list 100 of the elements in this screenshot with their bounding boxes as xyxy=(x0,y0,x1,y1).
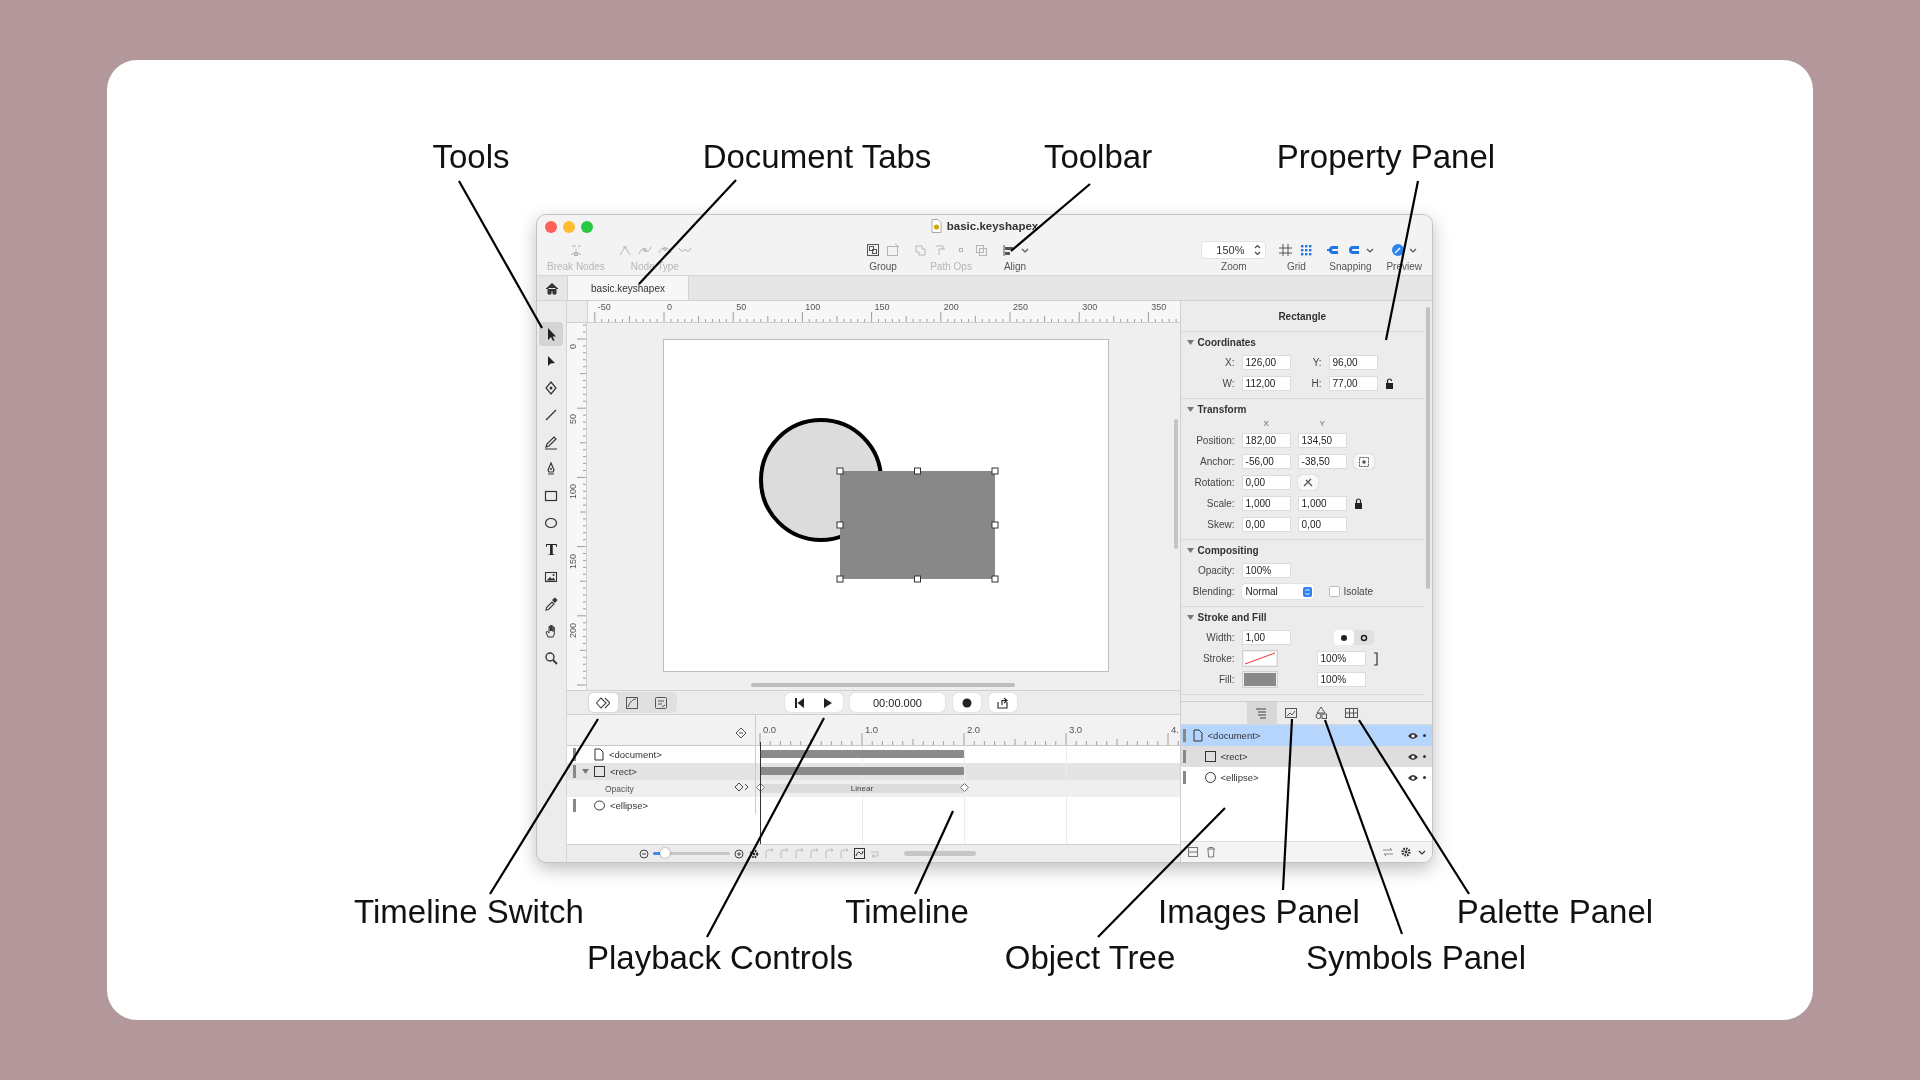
blending-dropdown[interactable]: Normal xyxy=(1241,584,1314,599)
status-dot xyxy=(1423,755,1426,758)
shapes-icon xyxy=(1314,706,1330,720)
document-icon xyxy=(1191,729,1204,742)
curve-graph-icon[interactable] xyxy=(853,848,865,859)
selection-handle[interactable] xyxy=(991,575,999,583)
caret-icon[interactable] xyxy=(1366,246,1375,254)
section-title: Coordinates xyxy=(1197,336,1256,348)
field-label: Anchor: xyxy=(1199,456,1235,467)
selection-handle[interactable] xyxy=(836,575,844,583)
number-field[interactable]: 134,50 xyxy=(1297,433,1347,448)
script-icon xyxy=(654,695,669,710)
ruler-label: 200 xyxy=(943,302,959,312)
grid-icon[interactable] xyxy=(1278,243,1295,257)
document-tab[interactable]: basic.keyshapex xyxy=(568,276,689,300)
circle-icon xyxy=(1203,771,1217,784)
section-title: Transform xyxy=(1197,403,1247,415)
number-field[interactable]: -38,50 xyxy=(1297,454,1347,469)
slider-thumb[interactable] xyxy=(660,848,671,858)
eye-icon[interactable] xyxy=(1407,751,1419,762)
fill-dot-button[interactable] xyxy=(1333,630,1354,645)
scroll-bar[interactable] xyxy=(1173,419,1178,549)
group-layer-icon[interactable] xyxy=(1186,846,1199,858)
square-icon xyxy=(592,765,606,778)
time-field[interactable]: 00:00.000 xyxy=(849,693,945,712)
checkbox[interactable] xyxy=(1328,586,1340,597)
selection-handle[interactable] xyxy=(913,575,921,583)
number-field[interactable]: 0,00 xyxy=(1241,517,1291,532)
scroll-bar[interactable] xyxy=(1426,307,1430,589)
number-field[interactable]: 1,000 xyxy=(1297,496,1347,511)
timeline-switch-button[interactable] xyxy=(588,693,618,712)
home-icon[interactable] xyxy=(545,281,559,295)
tree-item[interactable]: <ellipse> xyxy=(1180,767,1432,788)
number-field[interactable]: 0,00 xyxy=(1297,517,1347,532)
keyframe-nav-icon[interactable] xyxy=(733,782,749,792)
field-label: Opacity: xyxy=(1196,565,1235,576)
selection-handle[interactable] xyxy=(991,467,999,475)
text-tool[interactable]: T xyxy=(539,538,564,562)
expanded-triangle-icon[interactable] xyxy=(1186,338,1194,346)
eye-icon[interactable] xyxy=(1407,730,1419,741)
gear-icon[interactable] xyxy=(747,847,760,860)
export-button[interactable] xyxy=(988,693,1017,712)
document-icon xyxy=(930,219,942,233)
number-field[interactable]: 0,00 xyxy=(1241,475,1291,490)
number-field[interactable]: 126,00 xyxy=(1241,355,1291,370)
number-field[interactable]: 96,00 xyxy=(1328,355,1378,370)
scroll-bar[interactable] xyxy=(903,851,976,856)
caret-icon[interactable] xyxy=(1409,246,1418,254)
number-field[interactable]: 112,00 xyxy=(1241,376,1291,391)
selection-handle[interactable] xyxy=(991,521,999,529)
expanded-triangle-icon[interactable] xyxy=(1186,405,1194,413)
callout-label: Object Tree xyxy=(1004,939,1176,977)
color-swatch[interactable] xyxy=(1241,650,1278,667)
number-field[interactable]: -56,00 xyxy=(1241,454,1291,469)
panel-tab[interactable] xyxy=(1246,702,1277,724)
tree-item[interactable]: <rect> xyxy=(1180,746,1432,767)
zoom-in-icon[interactable] xyxy=(733,848,744,859)
globe-icon[interactable] xyxy=(1391,243,1406,257)
number-field[interactable]: 1,000 xyxy=(1241,496,1291,511)
opacity-field[interactable]: 100% xyxy=(1316,672,1366,687)
selection-handle[interactable] xyxy=(836,521,844,529)
number-field[interactable]: 1,00 xyxy=(1241,630,1291,645)
selection-handle[interactable] xyxy=(836,467,844,475)
zoom-out-icon[interactable] xyxy=(638,848,649,859)
number-field[interactable]: 77,00 xyxy=(1328,376,1378,391)
caret-icon[interactable] xyxy=(1021,246,1030,254)
opacity-field[interactable]: 100% xyxy=(1316,651,1366,666)
field-label: Width: xyxy=(1205,632,1235,643)
open-lock-icon[interactable] xyxy=(1384,377,1394,390)
ruler-label: 100 xyxy=(805,302,821,312)
swap-icon[interactable] xyxy=(1382,846,1394,858)
number-field[interactable]: 182,00 xyxy=(1241,433,1291,448)
expanded-triangle-icon[interactable] xyxy=(581,768,589,775)
column-label: Y xyxy=(1318,419,1326,430)
color-swatch[interactable] xyxy=(1241,671,1278,688)
select-tool[interactable] xyxy=(539,322,564,346)
anchor-button[interactable] xyxy=(1353,454,1374,469)
group-icon[interactable] xyxy=(865,243,882,257)
rotate-icon xyxy=(1301,476,1314,489)
expanded-triangle-icon[interactable] xyxy=(1186,546,1194,554)
ruler-label: 250 xyxy=(1012,302,1028,312)
number-field[interactable]: 100% xyxy=(1241,563,1291,578)
eye-icon[interactable] xyxy=(1407,772,1419,783)
zoom-field[interactable]: 150% xyxy=(1201,241,1267,259)
record-button[interactable] xyxy=(952,693,981,712)
rotate-button[interactable] xyxy=(1297,475,1318,490)
tree-item[interactable]: <document> xyxy=(1180,725,1432,746)
close-button[interactable] xyxy=(545,221,557,233)
lock-icon[interactable] xyxy=(1353,497,1363,510)
trash-icon[interactable] xyxy=(1204,846,1217,858)
caret-icon[interactable] xyxy=(1418,848,1426,856)
gear-icon[interactable] xyxy=(1400,846,1412,858)
selection-handle[interactable] xyxy=(913,467,921,475)
keyframe-nav-icon[interactable] xyxy=(734,727,747,739)
checkbox-label: Isolate xyxy=(1343,586,1374,597)
interpolation-bar[interactable]: Linear xyxy=(759,784,964,793)
timeline-row[interactable]: <rect> xyxy=(566,763,1180,780)
timeline-row[interactable]: <ellipse> xyxy=(566,797,1180,814)
expanded-triangle-icon[interactable] xyxy=(1186,613,1194,621)
scroll-bar[interactable] xyxy=(750,683,1015,687)
